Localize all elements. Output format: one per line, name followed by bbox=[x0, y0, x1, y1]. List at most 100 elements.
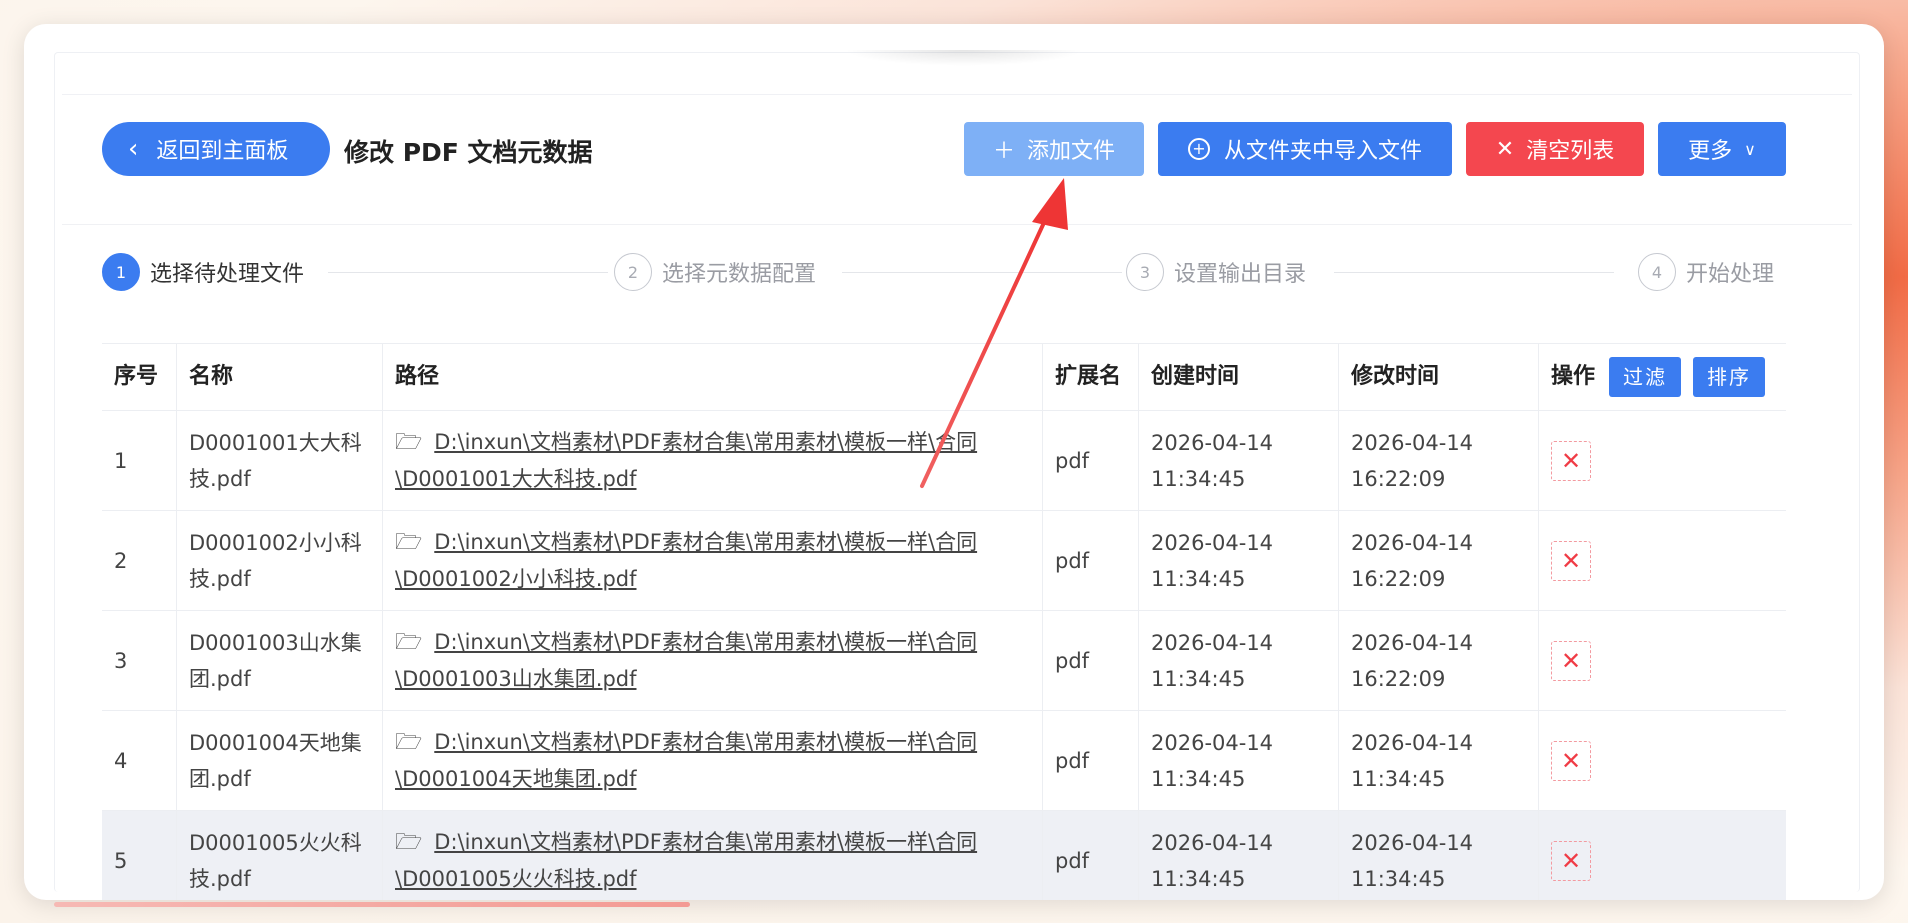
plus-icon: ＋ bbox=[992, 139, 1015, 164]
row-extension: pdf bbox=[1042, 711, 1138, 810]
folder-open-icon: 🗁 bbox=[395, 630, 423, 655]
folder-open-icon: 🗁 bbox=[395, 730, 423, 755]
row-created-time: 2026-04-14 11:34:45 bbox=[1138, 511, 1338, 610]
step-connector bbox=[1334, 272, 1614, 273]
row-actions: ✕ bbox=[1538, 711, 1786, 810]
step-label: 选择待处理文件 bbox=[150, 262, 305, 287]
row-file-name: D0001004天地集团.pdf bbox=[176, 711, 382, 810]
page-title: 修改 PDF 文档元数据 bbox=[344, 138, 593, 167]
page-header: ‹ 返回到主面板 修改 PDF 文档元数据 ＋ 添加文件 + 从文件夹中导入文件… bbox=[62, 95, 1852, 225]
scroll-indicator[interactable] bbox=[54, 902, 690, 907]
column-header-path: 路径 bbox=[382, 344, 1042, 410]
row-path-link[interactable]: D:\inxun\文档素材\PDF素材合集\常用素材\模板一样\合同\D0001… bbox=[395, 530, 977, 591]
circle-plus-icon: + bbox=[1187, 138, 1210, 160]
row-index: 2 bbox=[114, 548, 128, 573]
column-header-name: 名称 bbox=[176, 344, 382, 410]
steps-bar: 1 选择待处理文件 2 选择元数据配置 3 设置输出目录 4 开始处理 bbox=[102, 253, 1786, 293]
close-icon: ✕ bbox=[1560, 846, 1582, 875]
delete-row-button[interactable]: ✕ bbox=[1551, 840, 1591, 881]
table-row[interactable]: 3 D0001003山水集团.pdf 🗁 D:\inxun\文档素材\PDF素材合… bbox=[102, 611, 1786, 711]
step-1: 1 选择待处理文件 bbox=[102, 253, 313, 291]
row-index: 5 bbox=[114, 848, 128, 873]
row-extension: pdf bbox=[1042, 411, 1138, 510]
step-number: 1 bbox=[102, 253, 140, 291]
row-path-wrap: 🗁 D:\inxun\文档素材\PDF素材合集\常用素材\模板一样\合同\D000… bbox=[395, 624, 1030, 697]
row-extension: pdf bbox=[1042, 611, 1138, 710]
delete-row-button[interactable]: ✕ bbox=[1551, 640, 1591, 681]
step-label: 设置输出目录 bbox=[1174, 262, 1307, 287]
file-table: 序号 名称 路径 扩展名 创建时间 修改时间 操作 过滤 排序 1 D00010… bbox=[102, 343, 1786, 900]
row-path-wrap: 🗁 D:\inxun\文档素材\PDF素材合集\常用素材\模板一样\合同\D000… bbox=[395, 424, 1030, 497]
table-row[interactable]: 2 D0001002小小科技.pdf 🗁 D:\inxun\文档素材\PDF素材合… bbox=[102, 511, 1786, 611]
main-card: ‹ 返回到主面板 修改 PDF 文档元数据 ＋ 添加文件 + 从文件夹中导入文件… bbox=[62, 94, 1852, 900]
row-path-cell: 🗁 D:\inxun\文档素材\PDF素材合集\常用素材\模板一样\合同\D000… bbox=[382, 611, 1042, 710]
row-modified-time: 2026-04-14 11:34:45 bbox=[1338, 811, 1538, 900]
row-file-name: D0001002小小科技.pdf bbox=[176, 511, 382, 610]
top-shadow bbox=[844, 50, 1084, 66]
delete-row-button[interactable]: ✕ bbox=[1551, 740, 1591, 781]
table-row[interactable]: 4 D0001004天地集团.pdf 🗁 D:\inxun\文档素材\PDF素材合… bbox=[102, 711, 1786, 811]
chevron-left-icon: ‹ bbox=[128, 134, 139, 164]
row-index: 3 bbox=[114, 648, 128, 673]
chevron-down-icon: ∨ bbox=[1744, 139, 1756, 159]
column-header-index: 序号 bbox=[114, 364, 159, 389]
back-to-dashboard-button[interactable]: ‹ 返回到主面板 bbox=[102, 122, 330, 176]
row-path-link[interactable]: D:\inxun\文档素材\PDF素材合集\常用素材\模板一样\合同\D0001… bbox=[395, 830, 977, 891]
row-created-time: 2026-04-14 11:34:45 bbox=[1138, 811, 1338, 900]
row-path-link[interactable]: D:\inxun\文档素材\PDF素材合集\常用素材\模板一样\合同\D0001… bbox=[395, 630, 977, 691]
row-created-time: 2026-04-14 11:34:45 bbox=[1138, 611, 1338, 710]
row-modified-time: 2026-04-14 16:22:09 bbox=[1338, 411, 1538, 510]
row-file-name: D0001003山水集团.pdf bbox=[176, 611, 382, 710]
row-path-link[interactable]: D:\inxun\文档素材\PDF素材合集\常用素材\模板一样\合同\D0001… bbox=[395, 430, 977, 491]
column-header-ext: 扩展名 bbox=[1042, 344, 1138, 410]
row-actions: ✕ bbox=[1538, 811, 1786, 900]
row-actions: ✕ bbox=[1538, 611, 1786, 710]
step-2: 2 选择元数据配置 bbox=[614, 253, 825, 291]
row-actions: ✕ bbox=[1538, 511, 1786, 610]
clear-list-button[interactable]: ✕ 清空列表 bbox=[1466, 122, 1644, 176]
row-path-cell: 🗁 D:\inxun\文档素材\PDF素材合集\常用素材\模板一样\合同\D000… bbox=[382, 411, 1042, 510]
column-header-created: 创建时间 bbox=[1138, 344, 1338, 410]
delete-row-button[interactable]: ✕ bbox=[1551, 440, 1591, 481]
row-modified-time: 2026-04-14 11:34:45 bbox=[1338, 711, 1538, 810]
step-label: 选择元数据配置 bbox=[662, 262, 817, 287]
import-label: 从文件夹中导入文件 bbox=[1223, 139, 1422, 164]
row-path-link[interactable]: D:\inxun\文档素材\PDF素材合集\常用素材\模板一样\合同\D0001… bbox=[395, 730, 977, 791]
table-row[interactable]: 1 D0001001大大科技.pdf 🗁 D:\inxun\文档素材\PDF素材合… bbox=[102, 411, 1786, 511]
step-number: 3 bbox=[1126, 253, 1164, 291]
delete-row-button[interactable]: ✕ bbox=[1551, 540, 1591, 581]
sort-button[interactable]: 排序 bbox=[1693, 357, 1766, 397]
add-file-label: 添加文件 bbox=[1027, 139, 1116, 164]
row-created-time: 2026-04-14 11:34:45 bbox=[1138, 411, 1338, 510]
filter-button[interactable]: 过滤 bbox=[1609, 357, 1682, 397]
column-header-modified: 修改时间 bbox=[1338, 344, 1538, 410]
close-icon: ✕ bbox=[1560, 446, 1582, 475]
add-file-button[interactable]: ＋ 添加文件 bbox=[964, 122, 1144, 176]
more-button[interactable]: 更多 ∨ bbox=[1658, 122, 1786, 176]
row-index: 1 bbox=[114, 448, 128, 473]
row-path-cell: 🗁 D:\inxun\文档素材\PDF素材合集\常用素材\模板一样\合同\D000… bbox=[382, 711, 1042, 810]
step-3: 3 设置输出目录 bbox=[1126, 253, 1315, 291]
row-path-cell: 🗁 D:\inxun\文档素材\PDF素材合集\常用素材\模板一样\合同\D000… bbox=[382, 811, 1042, 900]
row-path-wrap: 🗁 D:\inxun\文档素材\PDF素材合集\常用素材\模板一样\合同\D000… bbox=[395, 824, 1030, 897]
import-from-folder-button[interactable]: + 从文件夹中导入文件 bbox=[1158, 122, 1452, 176]
actions-header-label: 操作 bbox=[1551, 364, 1596, 389]
row-modified-time: 2026-04-14 16:22:09 bbox=[1338, 511, 1538, 610]
row-modified-time: 2026-04-14 16:22:09 bbox=[1338, 611, 1538, 710]
step-4: 4 开始处理 bbox=[1638, 253, 1783, 291]
folder-open-icon: 🗁 bbox=[395, 430, 423, 455]
step-number: 2 bbox=[614, 253, 652, 291]
row-path-cell: 🗁 D:\inxun\文档素材\PDF素材合集\常用素材\模板一样\合同\D000… bbox=[382, 511, 1042, 610]
column-header-actions: 操作 过滤 排序 bbox=[1538, 344, 1786, 410]
row-path-wrap: 🗁 D:\inxun\文档素材\PDF素材合集\常用素材\模板一样\合同\D000… bbox=[395, 724, 1030, 797]
row-extension: pdf bbox=[1042, 811, 1138, 900]
close-icon: ✕ bbox=[1560, 746, 1582, 775]
row-actions: ✕ bbox=[1538, 411, 1786, 510]
row-extension: pdf bbox=[1042, 511, 1138, 610]
back-button-label: 返回到主面板 bbox=[156, 139, 289, 164]
step-label: 开始处理 bbox=[1686, 262, 1775, 287]
table-header-row: 序号 名称 路径 扩展名 创建时间 修改时间 操作 过滤 排序 bbox=[102, 344, 1786, 411]
table-row[interactable]: 5 D0001005火火科技.pdf 🗁 D:\inxun\文档素材\PDF素材合… bbox=[102, 811, 1786, 900]
close-icon: ✕ bbox=[1495, 136, 1515, 162]
app-window: ‹ 返回到主面板 修改 PDF 文档元数据 ＋ 添加文件 + 从文件夹中导入文件… bbox=[24, 24, 1884, 900]
